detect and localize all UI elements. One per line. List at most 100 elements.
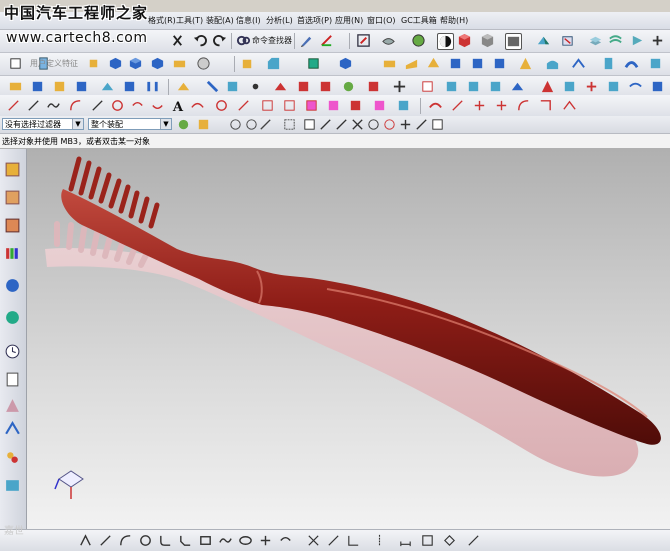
select-body-icon[interactable] (258, 117, 273, 132)
snap-midpoint-icon[interactable] (318, 117, 333, 132)
sketch-offset-icon[interactable] (278, 533, 293, 548)
command-finder-label[interactable]: 命令查找器 (252, 35, 292, 46)
zoom-icon[interactable] (381, 33, 396, 48)
surface-icon[interactable] (273, 79, 288, 94)
reflection-icon[interactable] (494, 98, 509, 113)
trim-curve-icon[interactable] (282, 98, 297, 113)
patch-icon[interactable] (518, 56, 533, 71)
assembly-navigator-icon[interactable] (4, 161, 21, 178)
silhouette-flange-icon[interactable] (341, 79, 356, 94)
chevron-down-icon[interactable]: ▼ (72, 119, 83, 129)
menu-information[interactable]: 信息(I) (236, 15, 261, 26)
more-surfaces-icon[interactable] (650, 79, 665, 94)
history-icon[interactable] (4, 343, 21, 360)
rotate-icon[interactable] (411, 33, 426, 48)
shaded-icon[interactable] (457, 33, 472, 48)
helix-icon[interactable] (68, 98, 83, 113)
curve-length-icon[interactable] (348, 98, 363, 113)
instance-icon[interactable] (30, 79, 45, 94)
studio-surface-icon[interactable] (296, 79, 311, 94)
arc-icon[interactable] (26, 98, 41, 113)
spline-icon[interactable] (46, 98, 61, 113)
boss-icon[interactable] (128, 56, 143, 71)
edit-object-icon[interactable] (299, 33, 314, 48)
enlarge-icon[interactable] (466, 79, 481, 94)
divide-curve-icon[interactable] (304, 98, 319, 113)
wcs-orient-icon[interactable] (630, 33, 645, 48)
move-layer-icon[interactable] (608, 33, 623, 48)
sketch-corner-icon[interactable] (346, 533, 361, 548)
scale-body-icon[interactable] (448, 56, 463, 71)
profile-icon[interactable] (78, 533, 93, 548)
snap-existing-point-icon[interactable] (398, 117, 413, 132)
unite-icon[interactable] (100, 79, 115, 94)
menu-tools[interactable]: 工具(T) (176, 15, 203, 26)
conic-icon[interactable] (90, 98, 105, 113)
manufacturing-wizard-icon[interactable] (4, 421, 21, 438)
intersection-curve-icon[interactable] (190, 98, 205, 113)
move-curve-icon[interactable] (396, 98, 411, 113)
hole-icon[interactable] (108, 56, 123, 71)
sketch-display-constraints-icon[interactable] (466, 533, 481, 548)
select-edge-icon[interactable] (244, 117, 259, 132)
extract-curve-icon[interactable] (236, 98, 251, 113)
rectangle-select-icon[interactable] (282, 117, 297, 132)
scope-filter-combo[interactable]: 整个装配 ▼ (88, 118, 172, 130)
datum-csys-icon[interactable] (225, 79, 240, 94)
sketch-circle-icon[interactable] (138, 533, 153, 548)
edit-curve-icon[interactable] (326, 98, 341, 113)
wcs-icon[interactable] (319, 33, 334, 48)
tube-icon[interactable] (196, 56, 211, 71)
menu-gc-toolkit[interactable]: GC工具箱 (401, 15, 437, 26)
deviation-icon[interactable] (450, 98, 465, 113)
menu-format[interactable]: 格式(R) (148, 15, 176, 26)
pocket-icon[interactable] (150, 56, 165, 71)
snap-settings-icon[interactable] (196, 117, 211, 132)
system-scenes-icon[interactable] (4, 477, 21, 494)
snap-intersection-icon[interactable] (350, 117, 365, 132)
offset-surface-icon[interactable] (444, 79, 459, 94)
sketch-rectangle-icon[interactable] (198, 533, 213, 548)
shaded-edges-icon[interactable] (437, 33, 454, 50)
menu-application[interactable]: 应用(N) (335, 15, 363, 26)
sketch-constraint-icon[interactable] (420, 533, 435, 548)
sketch-dimension-icon[interactable] (398, 533, 413, 548)
sketch-line-icon[interactable] (98, 533, 113, 548)
part-navigator-icon[interactable] (4, 217, 21, 234)
snap-on-face-icon[interactable] (430, 117, 445, 132)
sew-icon[interactable] (492, 56, 507, 71)
menu-preferences[interactable]: 首选项(P) (297, 15, 332, 26)
snap-control-point-icon[interactable] (334, 117, 349, 132)
blend-icon[interactable] (240, 56, 255, 71)
subtract-icon[interactable] (122, 79, 137, 94)
selection-scope-icon[interactable] (176, 117, 191, 132)
cut-icon[interactable] (170, 33, 185, 48)
intersect-icon[interactable] (145, 79, 160, 94)
sketch-fillet-icon[interactable] (158, 533, 173, 548)
replace-face-icon[interactable] (540, 79, 555, 94)
through-curves-icon[interactable] (571, 56, 586, 71)
join-curve-icon[interactable] (260, 98, 275, 113)
sketch-point-icon[interactable] (258, 533, 273, 548)
curve-network-icon[interactable] (628, 79, 643, 94)
sketch-ellipse-icon[interactable] (238, 533, 253, 548)
select-face-icon[interactable] (228, 117, 243, 132)
datum-plane-icon[interactable] (176, 79, 191, 94)
snap-on-curve-icon[interactable] (414, 117, 429, 132)
snap-endpoint-icon[interactable] (302, 117, 317, 132)
toothbrush-model[interactable] (27, 149, 670, 529)
curve-analysis-icon[interactable] (428, 98, 443, 113)
fit-view-icon[interactable] (356, 33, 371, 48)
trim-extend-icon[interactable] (510, 79, 525, 94)
wcs-display-icon[interactable] (650, 33, 665, 48)
split-body-icon[interactable] (404, 56, 419, 71)
menu-assemblies[interactable]: 装配(A) (206, 15, 234, 26)
offset-face-icon[interactable] (426, 56, 441, 71)
sketch-extend-icon[interactable] (326, 533, 341, 548)
view-triad-icon[interactable] (536, 33, 551, 48)
section-curve-icon[interactable] (214, 98, 229, 113)
x-form-icon[interactable] (562, 79, 577, 94)
ruled-icon[interactable] (601, 56, 616, 71)
project-curve-icon[interactable] (130, 98, 145, 113)
offset-curve-icon[interactable] (110, 98, 125, 113)
